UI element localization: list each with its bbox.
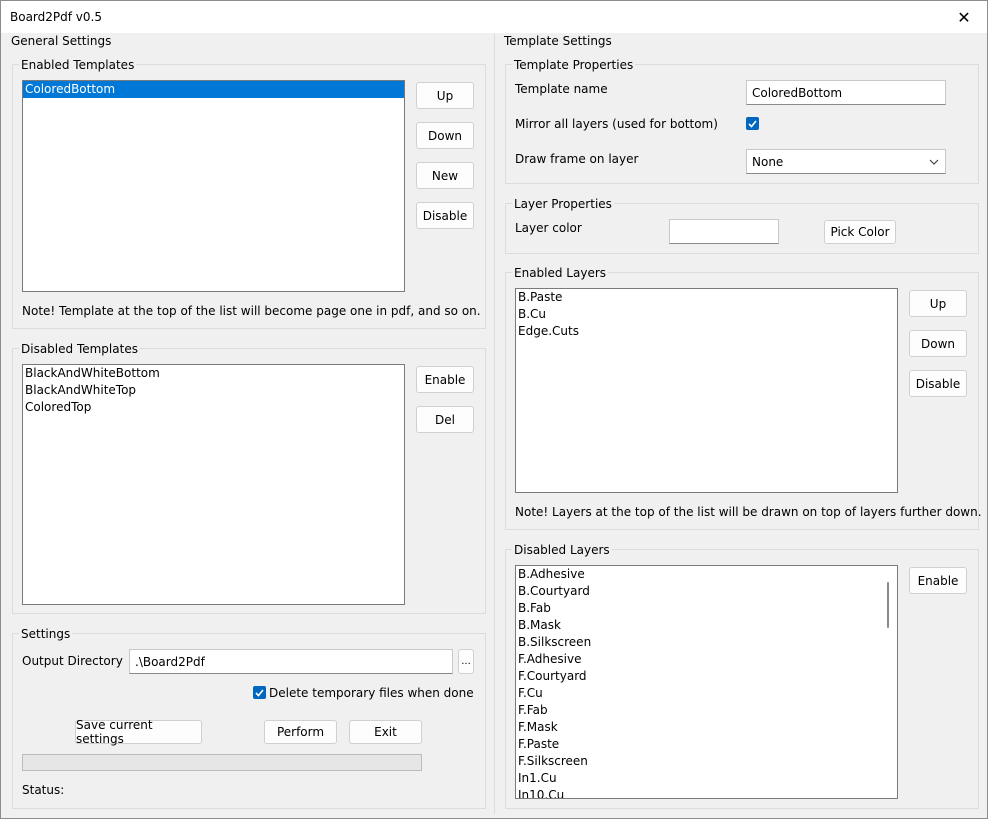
list-item[interactable]: F.Mask [516, 719, 897, 736]
enabled-templates-legend: Enabled Templates [19, 58, 137, 72]
list-item[interactable]: B.Courtyard [516, 583, 897, 600]
list-item[interactable]: ColoredTop [23, 399, 404, 416]
list-item[interactable]: ColoredBottom [23, 81, 404, 98]
layer-up-button[interactable]: Up [909, 290, 967, 317]
general-settings-label: General Settings [11, 34, 112, 48]
list-item[interactable]: F.Adhesive [516, 651, 897, 668]
pick-color-button[interactable]: Pick Color [824, 220, 896, 244]
list-item[interactable]: B.Silkscreen [516, 634, 897, 651]
scrollbar[interactable] [881, 566, 897, 798]
disabled-layers-legend: Disabled Layers [512, 543, 612, 557]
enabled-layers-note: Note! Layers at the top of the list will… [515, 505, 982, 519]
draw-frame-select[interactable]: None [746, 149, 946, 174]
check-icon [255, 688, 264, 697]
output-directory-label: Output Directory [22, 654, 123, 668]
template-down-button[interactable]: Down [416, 122, 474, 149]
perform-button[interactable]: Perform [264, 720, 337, 744]
app-window: Board2Pdf v0.5 ✕ General Settings Enable… [0, 0, 988, 819]
check-icon [748, 119, 757, 128]
layer-color-label: Layer color [515, 221, 582, 235]
status-label: Status: [22, 783, 65, 797]
settings-legend: Settings [19, 627, 73, 641]
list-item[interactable]: F.Cu [516, 685, 897, 702]
enabled-layers-legend: Enabled Layers [512, 266, 609, 280]
list-item[interactable]: B.Paste [516, 289, 897, 306]
template-disable-button[interactable]: Disable [416, 202, 474, 229]
delete-temp-label[interactable]: Delete temporary files when done [269, 686, 474, 700]
layer-color-input[interactable] [669, 219, 779, 244]
template-properties-legend: Template Properties [512, 58, 636, 72]
exit-button[interactable]: Exit [349, 720, 422, 744]
disabled-templates-list[interactable]: BlackAndWhiteBottom BlackAndWhiteTop Col… [22, 364, 405, 605]
list-item[interactable]: In10.Cu [516, 787, 897, 798]
template-new-button[interactable]: New [416, 162, 474, 189]
layer-enable-button[interactable]: Enable [909, 567, 967, 594]
list-item[interactable]: Edge.Cuts [516, 323, 897, 340]
list-item[interactable]: B.Mask [516, 617, 897, 634]
draw-frame-label: Draw frame on layer [515, 152, 639, 166]
browse-button[interactable]: ... [458, 649, 474, 674]
window-title: Board2Pdf v0.5 [10, 10, 102, 24]
output-directory-input[interactable]: .\Board2Pdf [129, 649, 453, 674]
list-item[interactable]: In1.Cu [516, 770, 897, 787]
disabled-layers-list[interactable]: B.Adhesive B.Courtyard B.Fab B.Mask B.Si… [515, 565, 898, 799]
divider [494, 34, 495, 814]
template-name-input[interactable]: ColoredBottom [746, 80, 946, 105]
list-item[interactable]: BlackAndWhiteTop [23, 382, 404, 399]
chevron-down-icon [929, 159, 939, 165]
close-icon[interactable]: ✕ [941, 1, 987, 33]
list-item[interactable]: F.Silkscreen [516, 753, 897, 770]
mirror-label: Mirror all layers (used for bottom) [515, 117, 718, 131]
enabled-layers-list[interactable]: B.Paste B.Cu Edge.Cuts [515, 288, 898, 493]
layer-properties-legend: Layer Properties [512, 197, 614, 211]
template-enable-button[interactable]: Enable [416, 366, 474, 393]
layer-disable-button[interactable]: Disable [909, 370, 967, 397]
list-item[interactable]: B.Fab [516, 600, 897, 617]
list-item[interactable]: BlackAndWhiteBottom [23, 365, 404, 382]
layer-down-button[interactable]: Down [909, 330, 967, 357]
template-up-button[interactable]: Up [416, 82, 474, 109]
delete-temp-checkbox[interactable] [253, 686, 266, 699]
enabled-templates-list[interactable]: ColoredBottom [22, 80, 405, 292]
title-bar: Board2Pdf v0.5 ✕ [1, 1, 987, 33]
list-item[interactable]: B.Adhesive [516, 566, 897, 583]
template-settings-label: Template Settings [504, 34, 612, 48]
save-settings-button[interactable]: Save current settings [75, 718, 202, 746]
list-item[interactable]: F.Paste [516, 736, 897, 753]
list-item[interactable]: F.Courtyard [516, 668, 897, 685]
scrollbar-thumb[interactable] [887, 582, 889, 628]
draw-frame-value: None [752, 154, 784, 169]
progress-bar [22, 754, 422, 771]
mirror-checkbox[interactable] [746, 117, 759, 130]
list-item[interactable]: F.Fab [516, 702, 897, 719]
disabled-templates-legend: Disabled Templates [19, 342, 140, 356]
list-item[interactable]: B.Cu [516, 306, 897, 323]
template-name-label: Template name [515, 82, 608, 96]
template-del-button[interactable]: Del [416, 406, 474, 433]
enabled-templates-note: Note! Template at the top of the list wi… [22, 304, 481, 318]
